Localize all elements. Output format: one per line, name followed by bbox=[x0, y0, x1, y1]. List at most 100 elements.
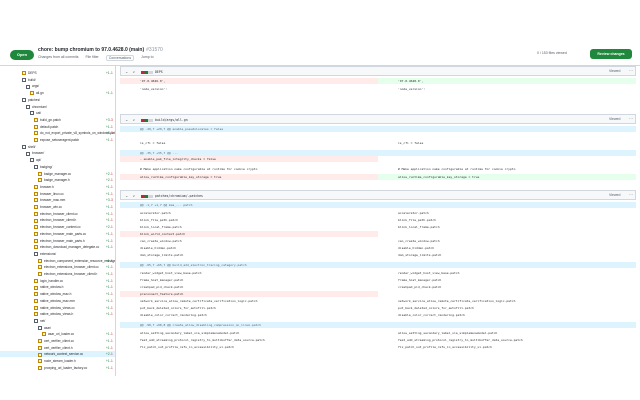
file-icon bbox=[34, 218, 38, 223]
tree-file[interactable]: native_window_mac.mm +1 -1 bbox=[0, 298, 115, 304]
hunk-header: @@ -29,7 +29,7 @@ enable_pseudolocales =… bbox=[120, 126, 636, 132]
diff-right-cell: disable_hidden.patch bbox=[398, 246, 435, 250]
tree-file[interactable]: cert_verifier_client.cc +1 -1 bbox=[0, 338, 115, 344]
tree-file[interactable]: default.patch +1 -1 bbox=[0, 124, 115, 130]
diff-view: ⌄ 2 DEPS Viewed ⋯ '97.0.4626.0', '97.0.4628.0'… bbox=[120, 66, 636, 400]
viewed-checkbox[interactable]: Viewed bbox=[609, 69, 620, 73]
file-header[interactable]: ⌄ 2 patches/chromium/.patches Viewed ⋯ bbox=[120, 190, 636, 200]
diff-line: frame_host_manager.patch frame_host_manag… bbox=[120, 277, 636, 283]
deletions-count: -1 bbox=[110, 231, 113, 236]
tree-file[interactable]: electron_extensions_browser_client.cc +1-… bbox=[0, 264, 115, 270]
viewed-checkbox[interactable]: Viewed bbox=[609, 193, 620, 197]
tree-file[interactable]: electron_download_manager_delegate.cc +1-… bbox=[0, 244, 115, 250]
diffstat-bars bbox=[141, 118, 153, 122]
tree-item-label: net/ bbox=[40, 319, 46, 324]
folder-icon bbox=[38, 325, 42, 330]
tree-folder[interactable]: extensions/ bbox=[0, 251, 115, 257]
tree-file[interactable]: native_window_mac.h +1 -1 bbox=[0, 291, 115, 297]
diff-line: feat_add_streaming_protocol_registry_to_… bbox=[120, 337, 636, 343]
tree-folder[interactable]: patches/ bbox=[0, 97, 115, 103]
viewed-checkbox[interactable]: Viewed bbox=[609, 117, 620, 121]
file-icon bbox=[38, 265, 42, 270]
file-icon bbox=[34, 138, 38, 143]
change-count: 2 bbox=[133, 70, 135, 74]
file-filter-dropdown[interactable]: File filter bbox=[85, 55, 98, 61]
tree-file[interactable]: browser_linux.cc +1 -1 bbox=[0, 191, 115, 197]
tree-file[interactable]: electron_component_extension_resource_ma… bbox=[0, 258, 115, 264]
file-icon bbox=[38, 352, 42, 357]
tree-file[interactable]: asar_url_loader.cc +1 -1 bbox=[0, 331, 115, 337]
chevron-down-icon[interactable]: ⌄ bbox=[125, 193, 128, 198]
diff-right-cell bbox=[378, 231, 636, 237]
tree-file[interactable]: build_gn.patch +3 -3 bbox=[0, 117, 115, 123]
tree-file[interactable]: native_window_views.cc +1 -1 bbox=[0, 305, 115, 311]
changes-from-dropdown[interactable]: Changes from all commits bbox=[38, 55, 78, 61]
folder-icon bbox=[30, 158, 34, 163]
tree-file[interactable]: browser_win.cc +1 -1 bbox=[0, 204, 115, 210]
tree-folder[interactable]: cat/ bbox=[0, 110, 115, 116]
tree-file[interactable]: proxying_url_loader_factory.cc +1 -1 bbox=[0, 365, 115, 371]
tree-file[interactable]: electron_browser_client.h +1 -1 bbox=[0, 217, 115, 223]
tree-folder[interactable]: build/ bbox=[0, 77, 115, 83]
file-header[interactable]: ⌄ 2 build/args/all.gn Viewed ⋯ bbox=[120, 114, 636, 124]
tree-file[interactable]: DEPS +1 -1 bbox=[0, 70, 115, 76]
tree-file[interactable]: native_window.h +1 -1 bbox=[0, 284, 115, 290]
tree-file[interactable]: expose_setuseragent.patch +1 -1 bbox=[0, 137, 115, 143]
tree-file[interactable]: native_window_views.h +1 -1 bbox=[0, 311, 115, 317]
tree-file[interactable]: badge_manager.h +2 -1 bbox=[0, 177, 115, 183]
tree-file[interactable]: electron_browser_main_parts.h +1 -1 bbox=[0, 238, 115, 244]
jump-to-dropdown[interactable]: Jump to bbox=[141, 55, 153, 61]
tree-file[interactable]: electron_browser_main_parts.cc +1 -1 bbox=[0, 231, 115, 237]
tree-item-label: chromium/ bbox=[32, 104, 47, 109]
diff-left-cell: fix_patch_out_profile_refs_in_accessibil… bbox=[140, 345, 234, 349]
tree-file[interactable]: cert_verifier_client.h +1 -1 bbox=[0, 345, 115, 351]
more-options-icon[interactable]: ⋯ bbox=[629, 68, 633, 73]
tree-folder[interactable]: chromium/ bbox=[0, 104, 115, 110]
tree-file[interactable]: browser.h +1 -1 bbox=[0, 184, 115, 190]
tree-folder[interactable]: api/ bbox=[0, 157, 115, 163]
diff-left-cell: allow_runtime_configurable_key_storage =… bbox=[120, 174, 378, 180]
tree-item-label: build/ bbox=[28, 77, 36, 82]
folder-icon bbox=[26, 151, 30, 156]
diff-left-cell: preconnect_feature.patch bbox=[120, 291, 378, 297]
tree-file[interactable]: badge_manager.cc +2 -1 bbox=[0, 171, 115, 177]
tree-file[interactable]: electron_browser_client.cc +1 -1 bbox=[0, 211, 115, 217]
tree-file[interactable]: browser_mac.mm +3 -3 bbox=[0, 197, 115, 203]
file-icon bbox=[30, 91, 34, 96]
tree-file[interactable]: node_stream_loader.h +1 -1 bbox=[0, 358, 115, 364]
tree-item-label: do_not_export_private_v8_symbols_on_wind… bbox=[40, 131, 116, 136]
tree-file[interactable]: do_not_export_private_v8_symbols_on_wind… bbox=[0, 130, 116, 136]
tree-folder[interactable]: browser/ bbox=[0, 150, 115, 156]
diff-right-cell: is_cfi = false bbox=[398, 141, 424, 145]
file-icon bbox=[34, 312, 38, 317]
file-icon bbox=[34, 278, 38, 283]
tree-folder[interactable]: net/ bbox=[0, 318, 115, 324]
tree-file[interactable]: all.gn +1 -1 bbox=[0, 90, 115, 96]
tree-file[interactable]: electron_browser_context.cc +2 -1 bbox=[0, 224, 115, 230]
deletions-count: -1 bbox=[110, 225, 113, 230]
deletions-count: -1 bbox=[110, 178, 113, 183]
chevron-down-icon[interactable]: ⌄ bbox=[125, 69, 128, 74]
more-options-icon[interactable]: ⋯ bbox=[629, 192, 633, 197]
file-icon bbox=[34, 185, 38, 190]
tree-item-label: proxying_url_loader_factory.cc bbox=[44, 365, 88, 370]
diff-line: allow_runtime_configurable_key_storage =… bbox=[120, 174, 636, 180]
file-path: DEPS bbox=[155, 69, 163, 74]
tree-item-label: browser/ bbox=[32, 151, 45, 156]
tree-file[interactable]: electron_extensions_browser_client.h +1 -1 bbox=[0, 271, 115, 277]
deletions-count: -1 bbox=[110, 238, 113, 243]
diff-right-cell: can_create_window.patch bbox=[398, 239, 440, 243]
tree-folder[interactable]: args/ bbox=[0, 83, 115, 89]
conversations-dropdown[interactable]: Conversations bbox=[105, 55, 135, 61]
review-changes-button[interactable]: Review changes bbox=[590, 49, 632, 59]
deletions-count: -1 bbox=[110, 265, 113, 270]
more-options-icon[interactable]: ⋯ bbox=[629, 116, 633, 121]
tree-file[interactable]: network_context_service.cc +2 -1 bbox=[0, 351, 115, 358]
tree-folder[interactable]: badging/ bbox=[0, 164, 115, 170]
tree-file[interactable]: login_handler.cc +1 -1 bbox=[0, 278, 115, 284]
tree-folder[interactable]: shell/ bbox=[0, 144, 115, 150]
tree-folder[interactable]: asar/ bbox=[0, 325, 115, 331]
tree-item-label: native_window_views.h bbox=[40, 312, 74, 317]
chevron-down-icon[interactable]: ⌄ bbox=[125, 117, 128, 122]
file-header[interactable]: ⌄ 2 DEPS Viewed ⋯ bbox=[120, 66, 636, 76]
